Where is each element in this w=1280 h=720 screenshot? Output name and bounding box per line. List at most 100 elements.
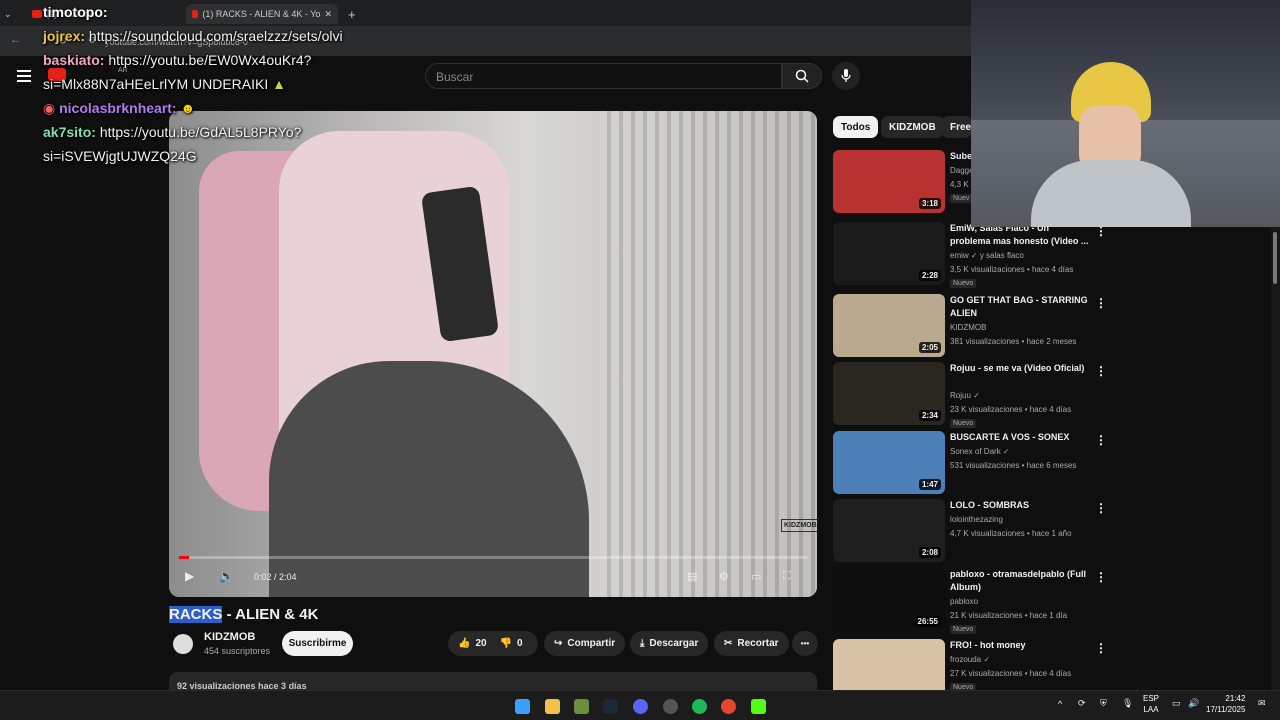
recommendation-channel[interactable]: Rojuu ✓	[950, 391, 980, 400]
chat-message: baskiato: https://youtu.be/EW0Wx4ouKr4?	[43, 52, 312, 68]
stream-chat-overlay: timotopo: jojrex: https://soundcloud.com…	[43, 0, 423, 170]
video-thumbnail[interactable]: 2:34	[833, 362, 945, 425]
notification-icon[interactable]: ✉	[1258, 698, 1266, 709]
recommendation-item[interactable]: 2:34 Rojuu - se me va (Video Oficial) Roju…	[833, 362, 1107, 428]
discord-icon[interactable]	[633, 699, 648, 714]
video-player[interactable]: KIDZMOB ▶ 🔈 0:02 / 2:04 ▤ ⚙ ▭ ⛶	[169, 111, 817, 597]
video-thumbnail[interactable]: 2:28	[833, 222, 945, 285]
chat-message-continuation: si=iSVEWjgtUJWZQ24G	[43, 148, 197, 164]
clip-button[interactable]: ✂ Recortar	[714, 631, 789, 656]
more-options-icon[interactable]: ⋮	[1095, 641, 1107, 655]
recommendation-item[interactable]: 26:55 pabloxo - otramasdelpablo (Full Alb…	[833, 568, 1107, 634]
video-thumbnail[interactable]: 2:05	[833, 294, 945, 357]
more-options-icon[interactable]: ⋮	[1095, 364, 1107, 378]
page-scrollbar[interactable]	[1271, 227, 1280, 690]
network-icon[interactable]: ▭	[1172, 698, 1181, 709]
like-count[interactable]: 20	[475, 638, 486, 649]
minecraft-icon[interactable]	[574, 699, 589, 714]
more-options-icon[interactable]: ⋮	[1095, 501, 1107, 515]
dislike-count[interactable]: 0	[517, 638, 523, 649]
recommendation-title[interactable]: GO GET THAT BAG - STARRING ALIEN	[950, 294, 1090, 320]
system-clock[interactable]: 21:42 17/11/2025	[1206, 693, 1245, 715]
input-language[interactable]: ESP LAA	[1143, 693, 1159, 715]
file-explorer-icon[interactable]	[545, 699, 560, 714]
obs-icon[interactable]	[663, 699, 678, 714]
play-icon[interactable]: ▶	[185, 569, 194, 583]
more-options-icon[interactable]: ⋮	[1095, 570, 1107, 584]
back-icon[interactable]: ←	[10, 34, 21, 46]
recommendation-item[interactable]: 2:28 EmiW, Salas Flaco - Un problema mas …	[833, 222, 1107, 288]
mic-tray-icon[interactable]: 🎙	[1122, 698, 1133, 709]
miniplayer-icon[interactable]: ▭	[751, 570, 761, 583]
more-options-icon[interactable]: ⋮	[1095, 296, 1107, 310]
like-icon[interactable]: 👍	[458, 638, 470, 649]
windows-start-icon[interactable]	[515, 699, 530, 714]
steam-icon[interactable]	[603, 699, 618, 714]
menu-icon[interactable]	[17, 70, 31, 82]
settings-gear-icon[interactable]: ⚙	[719, 570, 729, 583]
chat-message: ◉ nicolasbrknheart: ☻	[43, 100, 196, 116]
download-icon: ⤓	[640, 638, 645, 649]
channel-avatar[interactable]	[173, 634, 193, 654]
recommendation-channel[interactable]: frozouda ✓	[950, 655, 990, 664]
recommendation-views: 27 K visualizaciones • hace 4 días	[950, 669, 1072, 678]
video-thumbnail[interactable]: 26:55	[833, 568, 945, 631]
search-input[interactable]: Buscar	[425, 63, 782, 89]
video-title: RACKS - ALIEN & 4K	[169, 606, 319, 623]
progress-bar[interactable]	[179, 556, 807, 559]
kick-icon[interactable]	[751, 699, 766, 714]
spotify-icon[interactable]	[692, 699, 707, 714]
fullscreen-icon[interactable]: ⛶	[783, 570, 791, 583]
search-button[interactable]	[782, 63, 822, 89]
video-thumbnail[interactable]: 3:18	[833, 150, 945, 213]
share-button[interactable]: ↪ Compartir	[544, 631, 626, 656]
recommendation-views: 4,7 K visualizaciones • hace 1 año	[950, 529, 1072, 538]
recommendation-views: 23 K visualizaciones • hace 4 días	[950, 405, 1072, 414]
recommendation-views: 21 K visualizaciones • hace 1 día	[950, 611, 1068, 620]
scrollbar-thumb[interactable]	[1273, 232, 1277, 284]
video-thumbnail[interactable]: 2:08	[833, 499, 945, 562]
subtitles-icon[interactable]: ▤	[687, 570, 697, 583]
recommendation-channel[interactable]: pabloxo	[950, 597, 978, 606]
tray-expand-icon[interactable]: ^	[1058, 699, 1062, 709]
video-thumbnail[interactable]: 1:47	[833, 431, 945, 494]
sync-icon[interactable]: ⟳	[1078, 698, 1086, 709]
recommendation-channel[interactable]: emiw ✓ y salas flaco	[950, 251, 1024, 260]
chip-todos[interactable]: Todos	[833, 116, 879, 138]
more-actions-button[interactable]: •••	[792, 631, 818, 656]
recommendation-item[interactable]: 2:05 GO GET THAT BAG - STARRING ALIEN KIDZ…	[833, 294, 1107, 360]
recommendation-title[interactable]: pabloxo - otramasdelpablo (Full Album)	[950, 568, 1090, 594]
dislike-icon[interactable]: 👎	[500, 638, 512, 649]
video-duration: 2:05	[918, 342, 941, 353]
channel-name[interactable]: KIDZMOB	[204, 631, 255, 643]
player-time: 0:02 / 2:04	[254, 572, 297, 582]
recommendation-item[interactable]: 2:08 LOLO - SOMBRAS lolointhezazing 4,7 K v…	[833, 499, 1107, 565]
subscribe-button[interactable]: Suscribirme	[282, 631, 353, 656]
tab-list-button[interactable]: ⌄	[4, 4, 20, 24]
new-badge: Nuevo	[950, 419, 977, 428]
emote-icon: ▲	[272, 76, 286, 92]
recommendation-title[interactable]: Rojuu - se me va (Video Oficial)	[950, 362, 1090, 375]
chat-message: timotopo:	[43, 4, 108, 20]
defender-icon[interactable]: ⛨	[1100, 698, 1107, 709]
download-button[interactable]: ⤓ Descargar	[630, 631, 709, 656]
new-badge: Nuev	[950, 194, 973, 203]
chat-message-continuation: si=Mlx88N7aHEeLrlYM UNDERAIKI ▲	[43, 76, 286, 92]
chip-freestyle[interactable]: Freest	[942, 116, 972, 138]
chrome-icon[interactable]	[721, 699, 736, 714]
avatar-icon: ◉	[43, 100, 56, 116]
recommendation-title[interactable]: FRO! - hot money	[950, 639, 1090, 652]
volume-tray-icon[interactable]: 🔊	[1188, 698, 1199, 709]
recommendation-title[interactable]: LOLO - SOMBRAS	[950, 499, 1090, 512]
chat-message: ak7sito: https://youtu.be/GdAL5L8PRYo?	[43, 124, 302, 140]
emote-icon: ☻	[180, 100, 196, 116]
recommendation-title[interactable]: BUSCARTE A VOS - SONEX	[950, 431, 1090, 444]
recommendation-item[interactable]: 1:47 BUSCARTE A VOS - SONEX Sonex of Dark …	[833, 431, 1107, 497]
voice-search-button[interactable]	[832, 62, 860, 90]
recommendation-channel[interactable]: KIDZMOB	[950, 323, 986, 332]
chip-kidzmob[interactable]: KIDZMOB	[881, 116, 944, 138]
volume-icon[interactable]: 🔈	[219, 569, 234, 583]
recommendation-channel[interactable]: lolointhezazing	[950, 515, 1003, 524]
recommendation-channel[interactable]: Sonex of Dark ✓	[950, 447, 1010, 456]
more-options-icon[interactable]: ⋮	[1095, 433, 1107, 447]
